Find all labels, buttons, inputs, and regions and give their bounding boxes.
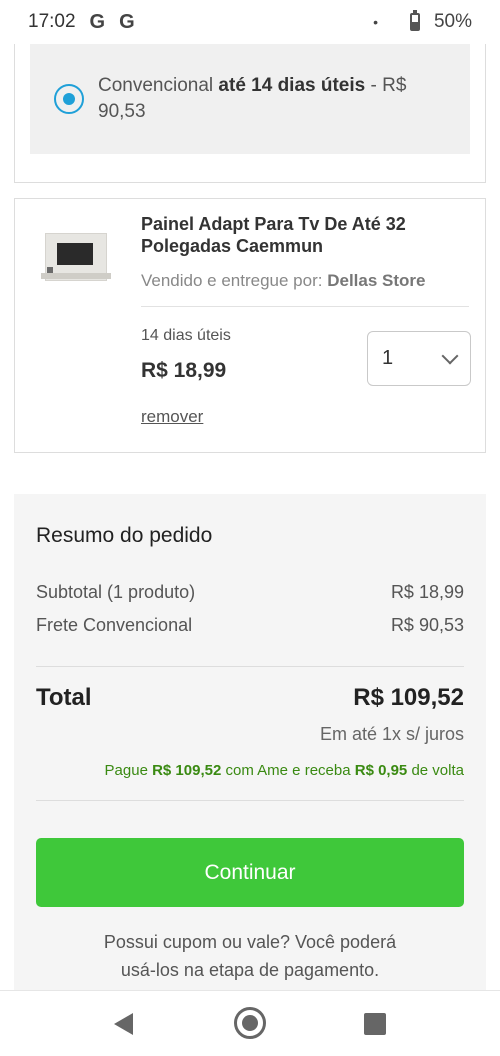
battery-percent: 50% <box>433 11 472 32</box>
ame-cashback: R$ 0,95 <box>354 762 408 779</box>
ame-mid-text: com Ame e receba <box>225 762 351 779</box>
divider <box>141 306 469 307</box>
summary-title: Resumo do pedido <box>36 524 213 547</box>
shipping-label: Frete Convencional <box>36 615 193 635</box>
total-value: R$ 109,52 <box>353 684 464 711</box>
shipping-options-card: Convencional até 14 dias úteis - R$ 90,5… <box>14 44 486 183</box>
ame-pay-text: Pague <box>104 762 148 779</box>
remove-link[interactable]: remover <box>141 407 203 427</box>
continue-button[interactable]: Continuar <box>36 838 464 907</box>
radio-selected-icon[interactable] <box>54 84 84 114</box>
seller-prefix: Vendido e entregue por: <box>141 271 323 290</box>
ame-amount: R$ 109,52 <box>152 762 222 779</box>
quantity-select[interactable]: 1 <box>367 331 471 386</box>
tv-graphic <box>57 243 93 265</box>
shipping-option-name: Convencional <box>98 75 214 96</box>
coupon-line-1: Possui cupom ou vale? Você poderá <box>103 932 397 952</box>
product-card: Painel Adapt Para Tv De Até 32 Polegadas… <box>14 198 486 453</box>
shipping-option-price: 90,53 <box>98 101 146 122</box>
shelf-graphic <box>41 273 111 279</box>
subtotal-value: R$ 18,99 <box>390 582 464 602</box>
installments-info: Em até 1x s/ juros <box>319 724 464 744</box>
google-notification-icon: G <box>119 10 135 33</box>
android-nav-bar <box>0 990 500 1056</box>
ame-cashback-info: Pague R$ 109,52 com Ame e receba R$ 0,95… <box>105 762 464 779</box>
battery-icon <box>409 10 420 31</box>
quantity-value: 1 <box>382 347 394 369</box>
shipping-option-convencional[interactable]: Convencional até 14 dias úteis - R$ 90,5… <box>30 44 470 154</box>
product-price: R$ 18,99 <box>141 359 227 382</box>
status-bar: 17:02 G G • 50% <box>0 0 500 44</box>
delivery-days: 14 dias úteis <box>141 327 231 344</box>
order-summary: Resumo do pedido Subtotal (1 produto) R$… <box>14 494 486 990</box>
home-icon[interactable] <box>234 1007 266 1039</box>
status-left: 17:02 G G <box>28 11 135 34</box>
subtotal-row: Subtotal (1 produto) R$ 18,99 <box>36 582 464 603</box>
chevron-down-icon <box>441 347 459 365</box>
back-icon[interactable] <box>114 1013 133 1035</box>
notification-dot: • <box>373 14 378 30</box>
shipping-price-prefix: - R$ <box>370 75 407 96</box>
product-title[interactable]: Painel Adapt Para Tv De Até 32 Polegadas… <box>141 213 461 257</box>
shipping-value: R$ 90,53 <box>390 615 464 635</box>
seller-name: Dellas Store <box>327 271 426 290</box>
divider <box>36 666 464 667</box>
coupon-line-2: usá-los na etapa de pagamento. <box>120 960 380 980</box>
google-notification-icon: G <box>89 10 106 33</box>
decor-graphic <box>47 267 53 273</box>
total-label: Total <box>36 684 92 711</box>
recent-apps-icon[interactable] <box>364 1013 386 1035</box>
divider <box>36 800 464 801</box>
product-image[interactable] <box>41 229 111 289</box>
shipping-option-days: até 14 dias úteis <box>218 75 366 96</box>
total-row: Total R$ 109,52 <box>36 684 464 712</box>
shipping-row: Frete Convencional R$ 90,53 <box>36 615 464 636</box>
clock: 17:02 <box>28 11 76 32</box>
shipping-option-label: Convencional até 14 dias úteis - R$ 90,5… <box>98 73 406 125</box>
subtotal-label: Subtotal (1 produto) <box>36 582 196 602</box>
ame-end-text: de volta <box>411 762 464 779</box>
status-right: • 50% <box>373 10 472 33</box>
coupon-info: Possui cupom ou vale? Você poderá usá-lo… <box>36 928 464 984</box>
product-seller: Vendido e entregue por: Dellas Store <box>141 271 425 291</box>
